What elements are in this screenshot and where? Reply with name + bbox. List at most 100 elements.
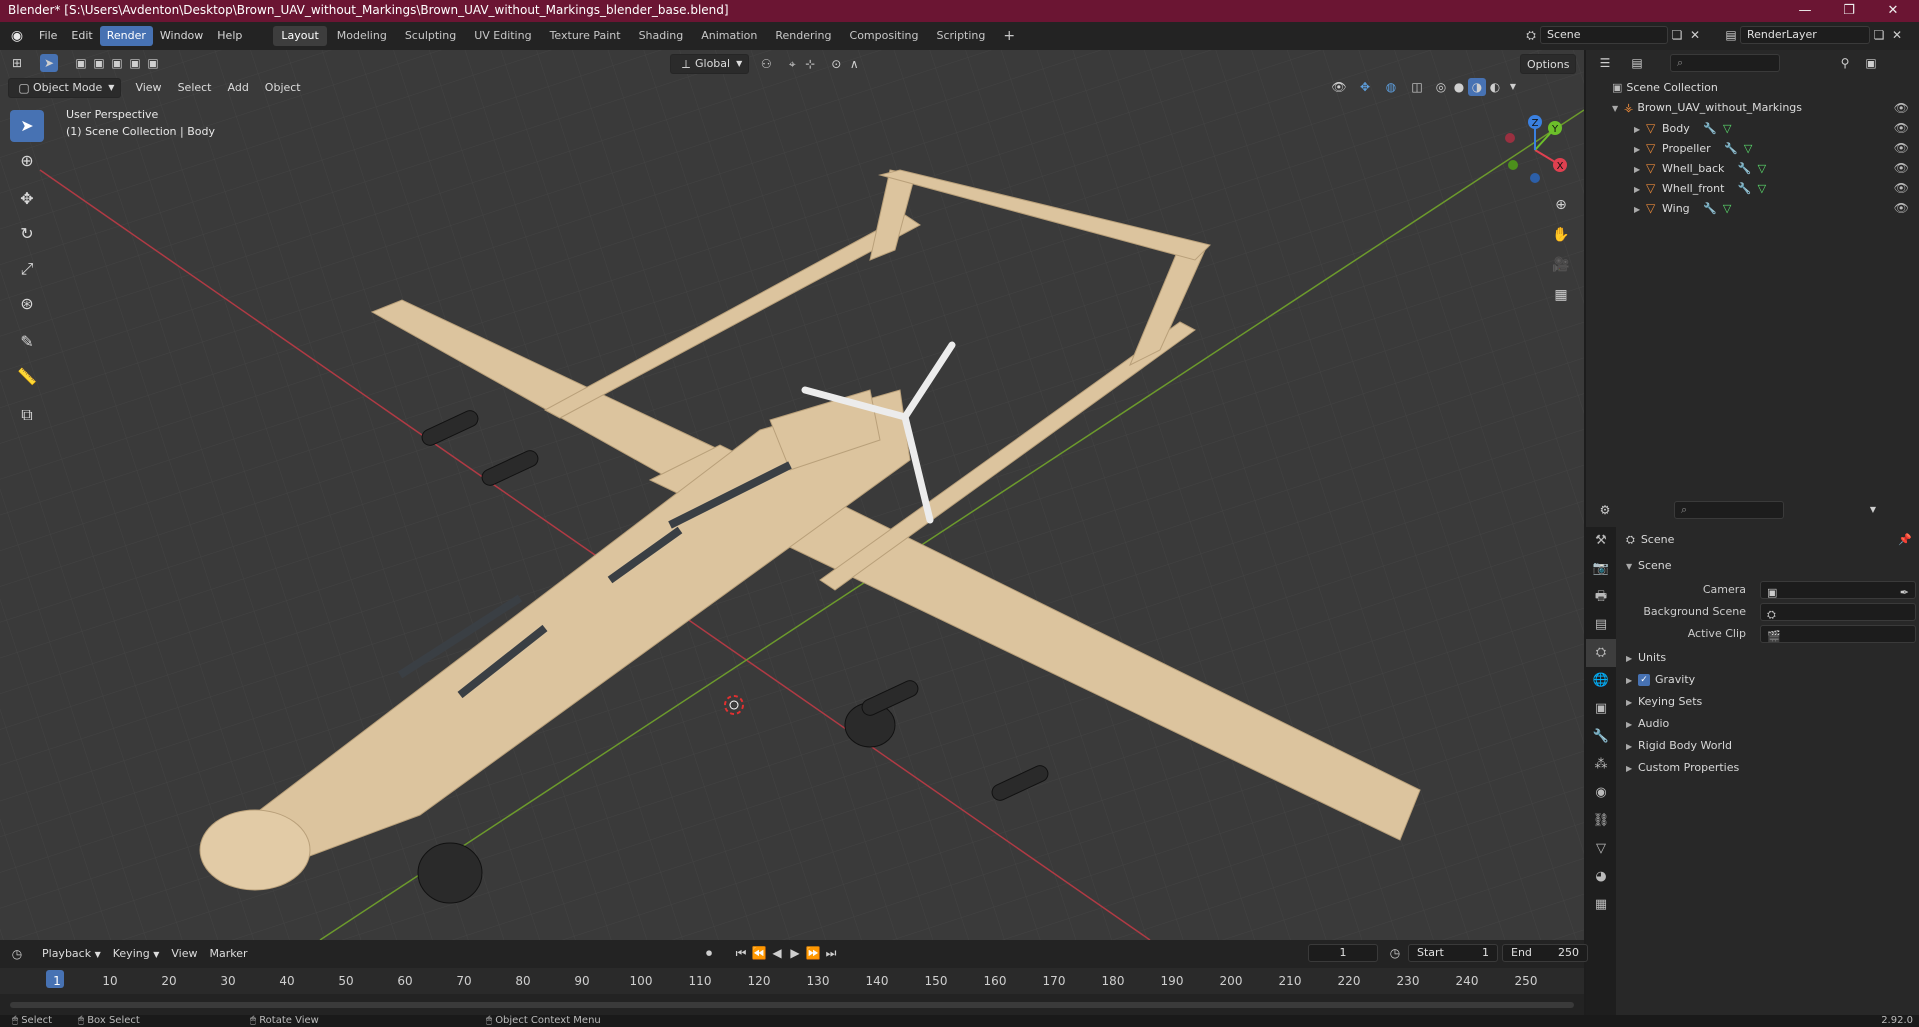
menu-timeline-view[interactable]: View	[165, 944, 203, 964]
shading-material-icon[interactable]: ◑	[1468, 78, 1486, 96]
scale-tool-icon[interactable]: ⤢	[10, 253, 44, 285]
mesh-data-icon[interactable]: ▽	[1744, 142, 1752, 155]
properties-editor-icon[interactable]: ⚙	[1596, 501, 1614, 519]
add-cube-tool-icon[interactable]: ⧉	[10, 399, 44, 431]
play-icon[interactable]: ▶	[786, 944, 804, 962]
blender-logo-icon[interactable]: ◉	[8, 27, 26, 45]
visibility-eye-icon[interactable]: 👁	[1894, 118, 1909, 138]
current-frame-field[interactable]: 1	[1308, 944, 1378, 962]
ortho-grid-icon[interactable]: ▦	[1548, 282, 1574, 308]
particles-tab-icon[interactable]: ⁂	[1586, 751, 1616, 779]
tab-scripting[interactable]: Scripting	[928, 26, 993, 46]
close-button[interactable]: ✕	[1871, 0, 1915, 22]
shading-wireframe-icon[interactable]: ◎	[1432, 78, 1450, 96]
view-layer-icon[interactable]: ▤	[1722, 26, 1740, 44]
select-extend-icon[interactable]: ▣	[90, 54, 108, 72]
render-tab-icon[interactable]: 📷	[1586, 555, 1616, 583]
data-tab-icon[interactable]: ▽	[1586, 835, 1616, 863]
menu-select[interactable]: Select	[172, 78, 218, 98]
shading-options-icon[interactable]: ▼	[1504, 78, 1522, 96]
scene-icon[interactable]: ⛭	[1522, 26, 1540, 44]
falloff-icon[interactable]: ∧	[845, 55, 863, 73]
outliner-row-propeller[interactable]: ▶ ▽ Propeller 🔧 ▽ 👁	[1586, 138, 1919, 158]
timeline-scrollbar[interactable]	[10, 1002, 1574, 1008]
menu-view[interactable]: View	[129, 78, 167, 98]
next-keyframe-icon[interactable]: ⏩	[804, 944, 822, 962]
tab-compositing[interactable]: Compositing	[842, 26, 927, 46]
record-icon[interactable]: ⏺	[700, 944, 718, 962]
select-intersect-icon[interactable]: ▣	[144, 54, 162, 72]
tab-rendering[interactable]: Rendering	[767, 26, 839, 46]
menu-add[interactable]: Add	[222, 78, 255, 98]
jump-end-icon[interactable]: ⏭	[822, 944, 840, 962]
modifier-wrench-icon[interactable]: 🔧	[1738, 182, 1752, 195]
object-tab-icon[interactable]: ▣	[1586, 695, 1616, 723]
display-mode-icon[interactable]: ▤	[1628, 54, 1646, 72]
select-tool-icon[interactable]: ➤	[40, 54, 58, 72]
tab-texture-paint[interactable]: Texture Paint	[542, 26, 629, 46]
view-layer-tab-icon[interactable]: ▤	[1586, 611, 1616, 639]
panel-audio[interactable]: ▶ Audio	[1626, 713, 1916, 735]
expand-triangle-icon[interactable]: ▶	[1634, 200, 1646, 220]
tab-uv-editing[interactable]: UV Editing	[466, 26, 539, 46]
end-frame-field[interactable]: End 250	[1502, 944, 1588, 962]
panel-gravity[interactable]: ▶ ✓ Gravity	[1626, 669, 1916, 691]
filter-icon[interactable]: ⚲	[1836, 54, 1854, 72]
expand-triangle-icon[interactable]: ▶	[1634, 180, 1646, 200]
camera-field[interactable]: ▣ ✒	[1760, 581, 1916, 599]
outliner-row-whell-front[interactable]: ▶ ▽ Whell_front 🔧 ▽ 👁	[1586, 178, 1919, 198]
constraints-tab-icon[interactable]: ⛓	[1586, 807, 1616, 835]
scene-field[interactable]: Scene	[1540, 26, 1668, 44]
material-tab-icon[interactable]: ◕	[1586, 863, 1616, 891]
visibility-eye-icon[interactable]: 👁	[1894, 138, 1909, 158]
play-reverse-icon[interactable]: ◀	[768, 944, 786, 962]
visibility-eye-icon[interactable]: 👁	[1894, 178, 1909, 198]
modifier-wrench-icon[interactable]: 🔧	[1738, 162, 1752, 175]
options-button[interactable]: Options	[1520, 54, 1577, 74]
pin-icon[interactable]: 📌	[1898, 529, 1912, 551]
outliner-row-body[interactable]: ▶ ▽ Body 🔧 ▽ 👁	[1586, 118, 1919, 138]
tool-tab-icon[interactable]: ⚒	[1586, 527, 1616, 555]
outliner-editor-icon[interactable]: ☰	[1596, 54, 1614, 72]
3d-viewport[interactable]: ⊞ ➤ ▣ ▣ ▣ ▣ ▣ ⟂ Global ▼ ⚇ ⌖ ⊹ ⊙ ∧ Options…	[0, 50, 1584, 940]
menu-playback[interactable]: Playback ▼	[36, 944, 107, 964]
outliner-search-input[interactable]: ⌕	[1670, 54, 1780, 72]
expand-triangle-icon[interactable]: ▶	[1634, 160, 1646, 180]
texture-tab-icon[interactable]: ▦	[1586, 891, 1616, 919]
expand-triangle-icon[interactable]: ▶	[1634, 140, 1646, 160]
new-scene-icon[interactable]: ❏	[1668, 26, 1686, 44]
modifiers-tab-icon[interactable]: 🔧	[1586, 723, 1616, 751]
select-invert-icon[interactable]: ▣	[126, 54, 144, 72]
gravity-checkbox[interactable]: ✓	[1638, 674, 1650, 686]
expand-triangle-icon[interactable]: ▶	[1634, 120, 1646, 140]
mesh-data-icon[interactable]: ▽	[1723, 122, 1731, 135]
outliner-row-wing[interactable]: ▶ ▽ Wing 🔧 ▽ 👁	[1586, 198, 1919, 218]
tab-sculpting[interactable]: Sculpting	[397, 26, 464, 46]
panel-units[interactable]: ▶ Units	[1626, 647, 1916, 669]
menu-file[interactable]: File	[32, 26, 64, 46]
menu-object[interactable]: Object	[259, 78, 307, 98]
visibility-eye-icon[interactable]: 👁	[1894, 158, 1909, 178]
prev-keyframe-icon[interactable]: ⏪	[750, 944, 768, 962]
overlay-toggle-icon[interactable]: ◍	[1382, 78, 1400, 96]
modifier-wrench-icon[interactable]: 🔧	[1724, 142, 1738, 155]
outliner-row-scene-collection[interactable]: ▣ Scene Collection	[1586, 78, 1919, 98]
panel-keying-sets[interactable]: ▶ Keying Sets	[1626, 691, 1916, 713]
rotate-tool-icon[interactable]: ↻	[10, 218, 44, 250]
start-frame-field[interactable]: Start 1	[1408, 944, 1498, 962]
transform-orientation-dropdown[interactable]: ⟂ Global ▼	[670, 54, 750, 74]
xray-icon[interactable]: ◫	[1408, 78, 1426, 96]
tab-animation[interactable]: Animation	[693, 26, 765, 46]
editor-type-icon[interactable]: ⊞	[8, 54, 26, 72]
physics-tab-icon[interactable]: ◉	[1586, 779, 1616, 807]
mesh-data-icon[interactable]: ▽	[1723, 202, 1731, 215]
minimize-button[interactable]: —	[1783, 0, 1827, 22]
object-mode-dropdown[interactable]: ▢ Object Mode ▼	[8, 78, 122, 98]
tab-layout[interactable]: Layout	[273, 26, 327, 46]
snap-icon[interactable]: ⌖	[783, 55, 801, 73]
visibility-eye-icon[interactable]: 👁	[1894, 98, 1909, 118]
menu-keying[interactable]: Keying ▼	[107, 944, 166, 964]
modifier-wrench-icon[interactable]: 🔧	[1703, 122, 1717, 135]
mesh-data-icon[interactable]: ▽	[1758, 162, 1766, 175]
menu-edit[interactable]: Edit	[64, 26, 99, 46]
